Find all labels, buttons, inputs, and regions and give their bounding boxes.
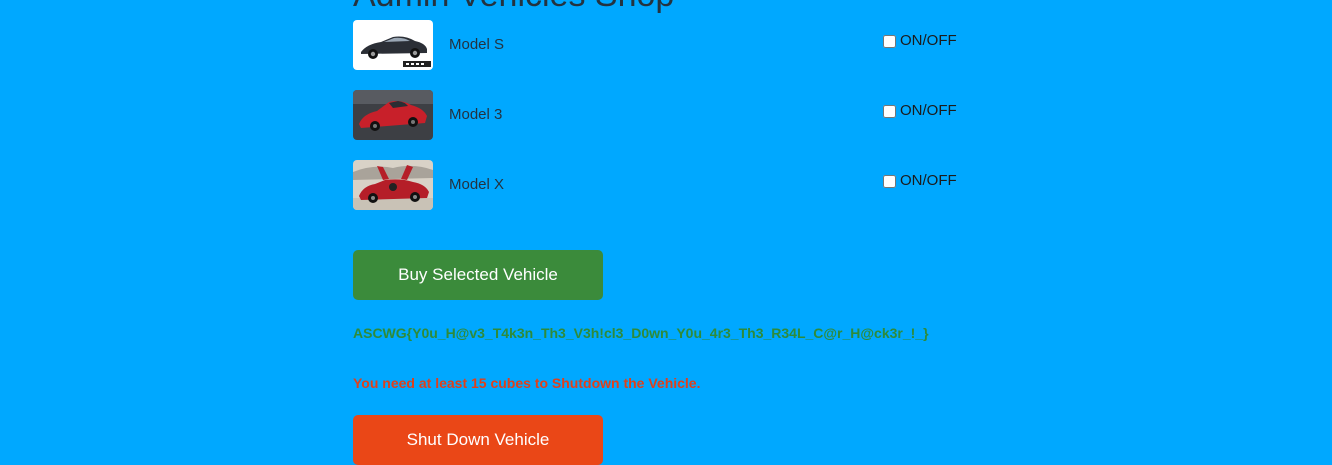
buy-selected-vehicle-button[interactable]: Buy Selected Vehicle: [353, 250, 603, 300]
shut-down-vehicle-button[interactable]: Shut Down Vehicle: [353, 415, 603, 465]
toggle-label: ON/OFF: [900, 32, 957, 49]
page: Admin Vehicles Shop Model S ON/OFF: [0, 0, 1332, 465]
flag-message: ASCWG{Y0u_H@v3_T4k3n_Th3_V3h!cl3_D0wn_Y0…: [353, 325, 929, 341]
vehicle-image-model-3: [353, 90, 433, 140]
vehicle-name: Model S: [449, 36, 505, 53]
vehicle-row-model-3: Model 3 ON/OFF: [353, 90, 973, 140]
vehicle-checkbox-model-3[interactable]: [883, 104, 896, 118]
vehicle-name: Model X: [449, 176, 505, 193]
vehicle-toggle-model-x[interactable]: ON/OFF: [882, 171, 957, 191]
vehicle-toggle-model-3[interactable]: ON/OFF: [882, 101, 957, 121]
vehicle-checkbox-model-s[interactable]: [883, 34, 896, 48]
toggle-label: ON/OFF: [900, 102, 957, 119]
vehicle-toggle-model-s[interactable]: ON/OFF: [882, 31, 957, 51]
vehicle-name: Model 3: [449, 106, 503, 123]
vehicle-checkbox-model-x[interactable]: [883, 174, 896, 188]
page-title: Admin Vehicles Shop: [353, 0, 674, 12]
vehicle-row-model-s: Model S ON/OFF: [353, 20, 973, 70]
vehicle-row-model-x: Model X ON/OFF: [353, 160, 973, 210]
vehicle-image-model-s: [353, 20, 433, 70]
warning-message: You need at least 15 cubes to Shutdown t…: [353, 375, 701, 391]
toggle-label: ON/OFF: [900, 172, 957, 189]
vehicle-image-model-x: [353, 160, 433, 210]
